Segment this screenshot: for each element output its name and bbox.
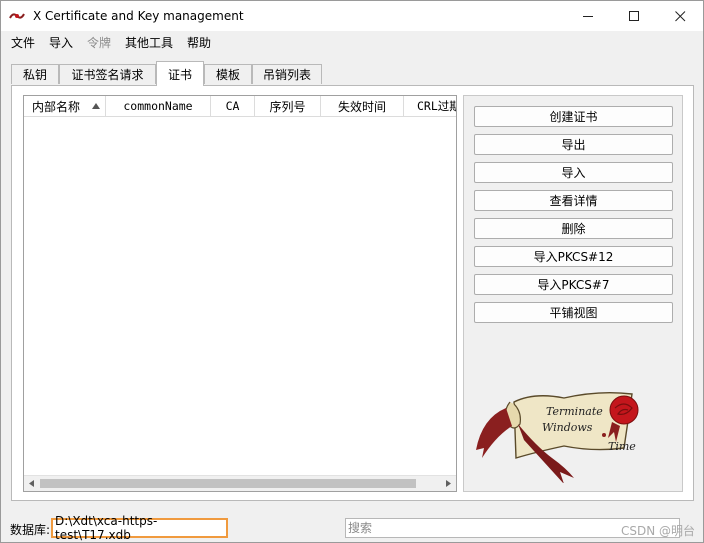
menu-file[interactable]: 文件 [11, 34, 35, 51]
certificate-table[interactable]: 内部名称 commonName CA 序列号 失效时间 CRL过期 [23, 95, 457, 492]
status-bar: 数据库: D:\Xdt\xca-https-test\T17.xdb CSDN … [1, 513, 703, 542]
app-logo-icon [9, 13, 25, 19]
scroll-right-arrow-icon [446, 480, 451, 487]
column-header-internal-name[interactable]: 内部名称 [24, 96, 106, 116]
actions-panel: 创建证书 导出 导入 查看详情 删除 导入PKCS#12 导入PKCS#7 平铺… [463, 95, 683, 492]
tab-templates[interactable]: 模板 [204, 64, 252, 84]
database-path: D:\Xdt\xca-https-test\T17.xdb [51, 514, 228, 542]
view-details-button[interactable]: 查看详情 [474, 190, 673, 211]
import-button[interactable]: 导入 [474, 162, 673, 183]
window-title: X Certificate and Key management [33, 9, 244, 23]
delete-button[interactable]: 删除 [474, 218, 673, 239]
horizontal-scrollbar[interactable] [24, 475, 456, 491]
logo-text-windows: Windows [542, 421, 593, 434]
minimize-icon [582, 15, 593, 17]
logo-text-time: Time [608, 440, 636, 453]
tab-certificates[interactable]: 证书 [156, 61, 204, 86]
menu-bar: 文件 导入 令牌 其他工具 帮助 [1, 32, 703, 52]
logo-text-terminate: Terminate [546, 405, 603, 418]
column-header-serial[interactable]: 序列号 [255, 96, 321, 116]
tab-private-keys[interactable]: 私钥 [11, 64, 59, 84]
export-button[interactable]: 导出 [474, 134, 673, 155]
sort-ascending-icon [92, 103, 100, 109]
tab-revocation-lists[interactable]: 吊销列表 [252, 64, 322, 84]
import-pkcs7-button[interactable]: 导入PKCS#7 [474, 274, 673, 295]
menu-other-tools[interactable]: 其他工具 [125, 34, 173, 51]
menu-token[interactable]: 令牌 [87, 34, 111, 51]
column-header-ca[interactable]: CA [211, 96, 255, 116]
app-window: X Certificate and Key management 文件 导入 令… [0, 0, 704, 543]
column-header-commonname[interactable]: commonName [106, 96, 211, 116]
plain-view-button[interactable]: 平铺视图 [474, 302, 673, 323]
close-icon [674, 10, 685, 21]
close-button[interactable] [657, 1, 703, 31]
scroll-left-arrow-icon [29, 480, 34, 487]
scrollbar-thumb[interactable] [40, 479, 416, 488]
table-header: 内部名称 commonName CA 序列号 失效时间 CRL过期 [24, 96, 456, 117]
column-header-expiry[interactable]: 失效时间 [321, 96, 404, 116]
menu-help[interactable]: 帮助 [187, 34, 211, 51]
column-header-crl-expiry[interactable]: CRL过期 [404, 96, 456, 116]
minimize-button[interactable] [565, 1, 611, 31]
maximize-icon [628, 10, 639, 21]
title-bar[interactable]: X Certificate and Key management [1, 1, 703, 31]
database-label: 数据库: [10, 523, 51, 537]
scroll-right-button[interactable] [441, 476, 456, 491]
xca-scroll-logo: Terminate Windows Time [476, 391, 639, 483]
create-certificate-button[interactable]: 创建证书 [474, 106, 673, 127]
watermark-text: CSDN @明台 [621, 524, 696, 538]
scroll-left-button[interactable] [24, 476, 39, 491]
import-pkcs12-button[interactable]: 导入PKCS#12 [474, 246, 673, 267]
certificates-panel: 内部名称 commonName CA 序列号 失效时间 CRL过期 创建证书 导… [11, 85, 694, 501]
tab-csr[interactable]: 证书签名请求 [59, 64, 156, 84]
column-header-label: 内部名称 [32, 99, 81, 114]
menu-import[interactable]: 导入 [49, 34, 73, 51]
maximize-button[interactable] [611, 1, 657, 31]
